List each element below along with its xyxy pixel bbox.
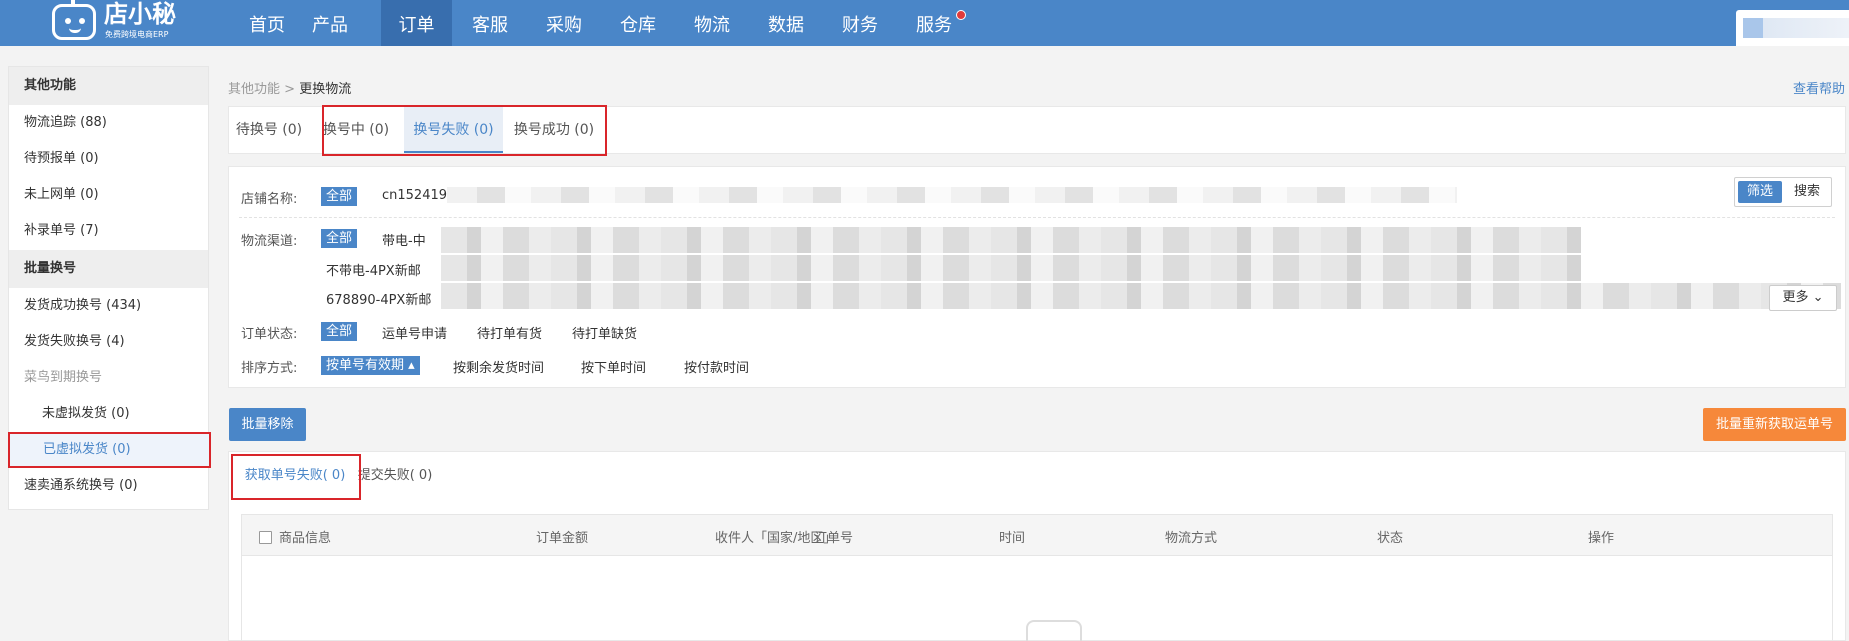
channel-label: 物流渠道:: [241, 234, 298, 249]
sidebar: 其他功能 物流追踪 (88) 待预报单 (0) 未上网单 (0) 补录单号 (7…: [8, 66, 211, 510]
status-option[interactable]: 运单号申请: [382, 323, 447, 342]
sort-option[interactable]: 按下单时间: [581, 357, 646, 376]
col-actions: 操作: [1588, 531, 1615, 546]
robot-icon: [52, 0, 96, 40]
redacted-channels: [441, 283, 1841, 309]
nav-purchase[interactable]: 采购: [528, 0, 600, 46]
col-order-number: 订单号: [814, 531, 854, 546]
breadcrumb-parent[interactable]: 其他功能: [228, 82, 280, 97]
redacted-channels: [441, 227, 1581, 253]
empty-inbox-icon: [1026, 620, 1082, 641]
logo-subtitle: 免费跨境电商ERP: [105, 30, 169, 39]
nav-products[interactable]: 产品: [294, 0, 366, 46]
status-tabs: 待换号 (0) 换号中 (0) 换号失败 (0) 换号成功 (0): [228, 105, 1846, 156]
select-all-checkbox[interactable]: [259, 531, 272, 544]
search-toggle[interactable]: 搜索: [1785, 181, 1829, 203]
filter-toggle[interactable]: 筛选: [1738, 181, 1782, 203]
tab-failed[interactable]: 换号失败 (0): [404, 107, 503, 153]
caret-up-icon: ▴: [408, 358, 415, 373]
nav-customer-service[interactable]: 客服: [454, 0, 526, 46]
nav-logistics[interactable]: 物流: [676, 0, 748, 46]
nav-warehouse[interactable]: 仓库: [602, 0, 674, 46]
batch-refetch-button[interactable]: 批量重新获取运单号: [1703, 408, 1846, 441]
col-product-info: 商品信息: [279, 531, 332, 546]
divider: [239, 217, 1835, 218]
status-option[interactable]: 待打单有货: [477, 323, 542, 342]
col-time: 时间: [999, 531, 1026, 546]
breadcrumb-separator: >: [280, 82, 300, 97]
user-account-box[interactable]: [1736, 10, 1849, 46]
redacted-channels: [441, 255, 1581, 281]
chevron-down-icon: ⌄: [1812, 290, 1824, 305]
tab-pending[interactable]: 待换号 (0): [229, 107, 309, 153]
sort-active-label: 按单号有效期: [326, 358, 405, 373]
col-shipping-method: 物流方式: [1165, 531, 1218, 546]
sidebar-item-shipped-success-change[interactable]: 发货成功换号 (434): [9, 288, 208, 324]
shop-all-tag[interactable]: 全部: [321, 187, 358, 206]
more-button[interactable]: 更多 ⌄: [1769, 285, 1837, 311]
breadcrumb-current: 更换物流: [299, 82, 352, 97]
status-label: 订单状态:: [241, 327, 298, 342]
batch-remove-button[interactable]: 批量移除: [229, 408, 306, 441]
top-navbar: 店小秘 免费跨境电商ERP 首页 产品 订单 客服 采购 仓库 物流 数据 财务…: [0, 0, 1849, 46]
sort-label: 排序方式:: [241, 361, 298, 376]
channel-all-tag[interactable]: 全部: [321, 229, 358, 248]
col-order-amount: 订单金额: [536, 531, 589, 546]
logo-name: 店小秘: [104, 0, 176, 28]
table-body: [241, 555, 1833, 641]
sidebar-item-logistics-tracking[interactable]: 物流追踪 (88): [9, 105, 208, 141]
channel-option[interactable]: 678890-4PX新邮: [326, 289, 431, 308]
col-status: 状态: [1377, 531, 1404, 546]
nav-home[interactable]: 首页: [231, 0, 303, 46]
filter-panel: 店铺名称: 全部 cn1524195 筛选 搜索 物流渠道: 全部 带电-中 不…: [228, 166, 1846, 388]
status-all-tag[interactable]: 全部: [321, 322, 358, 341]
status-option[interactable]: 待打单缺货: [572, 323, 637, 342]
shop-label: 店铺名称:: [241, 192, 298, 207]
sidebar-item-pending-forecast[interactable]: 待预报单 (0): [9, 141, 208, 177]
tab-in-progress[interactable]: 换号中 (0): [318, 107, 394, 153]
nav-finance[interactable]: 财务: [824, 0, 896, 46]
sidebar-section-other: 其他功能: [9, 67, 208, 105]
breadcrumb: 其他功能 > 更换物流: [228, 78, 351, 97]
sidebar-item-cainiao-expiry[interactable]: 菜鸟到期换号: [9, 360, 208, 396]
notification-dot: [956, 10, 966, 20]
channel-option[interactable]: 不带电-4PX新邮: [326, 260, 421, 279]
sort-option[interactable]: 按剩余发货时间: [453, 357, 544, 376]
sidebar-item-not-online[interactable]: 未上网单 (0): [9, 177, 208, 213]
nav-orders[interactable]: 订单: [381, 0, 452, 46]
sidebar-section-batch-change: 批量换号: [9, 250, 208, 288]
help-link[interactable]: 查看帮助: [1793, 78, 1845, 97]
tab-submit-failed[interactable]: 提交失败( 0): [353, 452, 437, 500]
sidebar-item-shipped-fail-change[interactable]: 发货失败换号 (4): [9, 324, 208, 360]
sort-option[interactable]: 按付款时间: [684, 357, 749, 376]
logo[interactable]: 店小秘 免费跨境电商ERP: [52, 0, 187, 46]
nav-services[interactable]: 服务: [898, 0, 970, 46]
sidebar-item-virtual-shipped[interactable]: 已虚拟发货 (0): [8, 432, 211, 468]
channel-option[interactable]: 带电-中: [382, 230, 426, 249]
sidebar-item-supplement-tracking[interactable]: 补录单号 (7): [9, 213, 208, 249]
orders-table-card: 获取单号失败( 0) 提交失败( 0) 商品信息 订单金额 收件人「国家/地区」…: [228, 451, 1846, 641]
sidebar-item-not-virtual-shipped[interactable]: 未虚拟发货 (0): [9, 396, 208, 432]
tab-fetch-failed[interactable]: 获取单号失败( 0): [241, 452, 349, 500]
table-header: 商品信息 订单金额 收件人「国家/地区」 订单号 时间 物流方式 状态 操作: [241, 514, 1833, 556]
redacted-shops: [447, 187, 1457, 203]
tab-success[interactable]: 换号成功 (0): [509, 107, 599, 153]
sidebar-item-aliexpress-change[interactable]: 速卖通系统换号 (0): [9, 468, 208, 504]
filter-search-toggle: 筛选 搜索: [1734, 177, 1832, 207]
more-label: 更多: [1782, 290, 1809, 305]
nav-data[interactable]: 数据: [750, 0, 822, 46]
shop-option[interactable]: cn1524195: [382, 188, 455, 203]
sort-active-tag[interactable]: 按单号有效期 ▴: [321, 356, 420, 375]
